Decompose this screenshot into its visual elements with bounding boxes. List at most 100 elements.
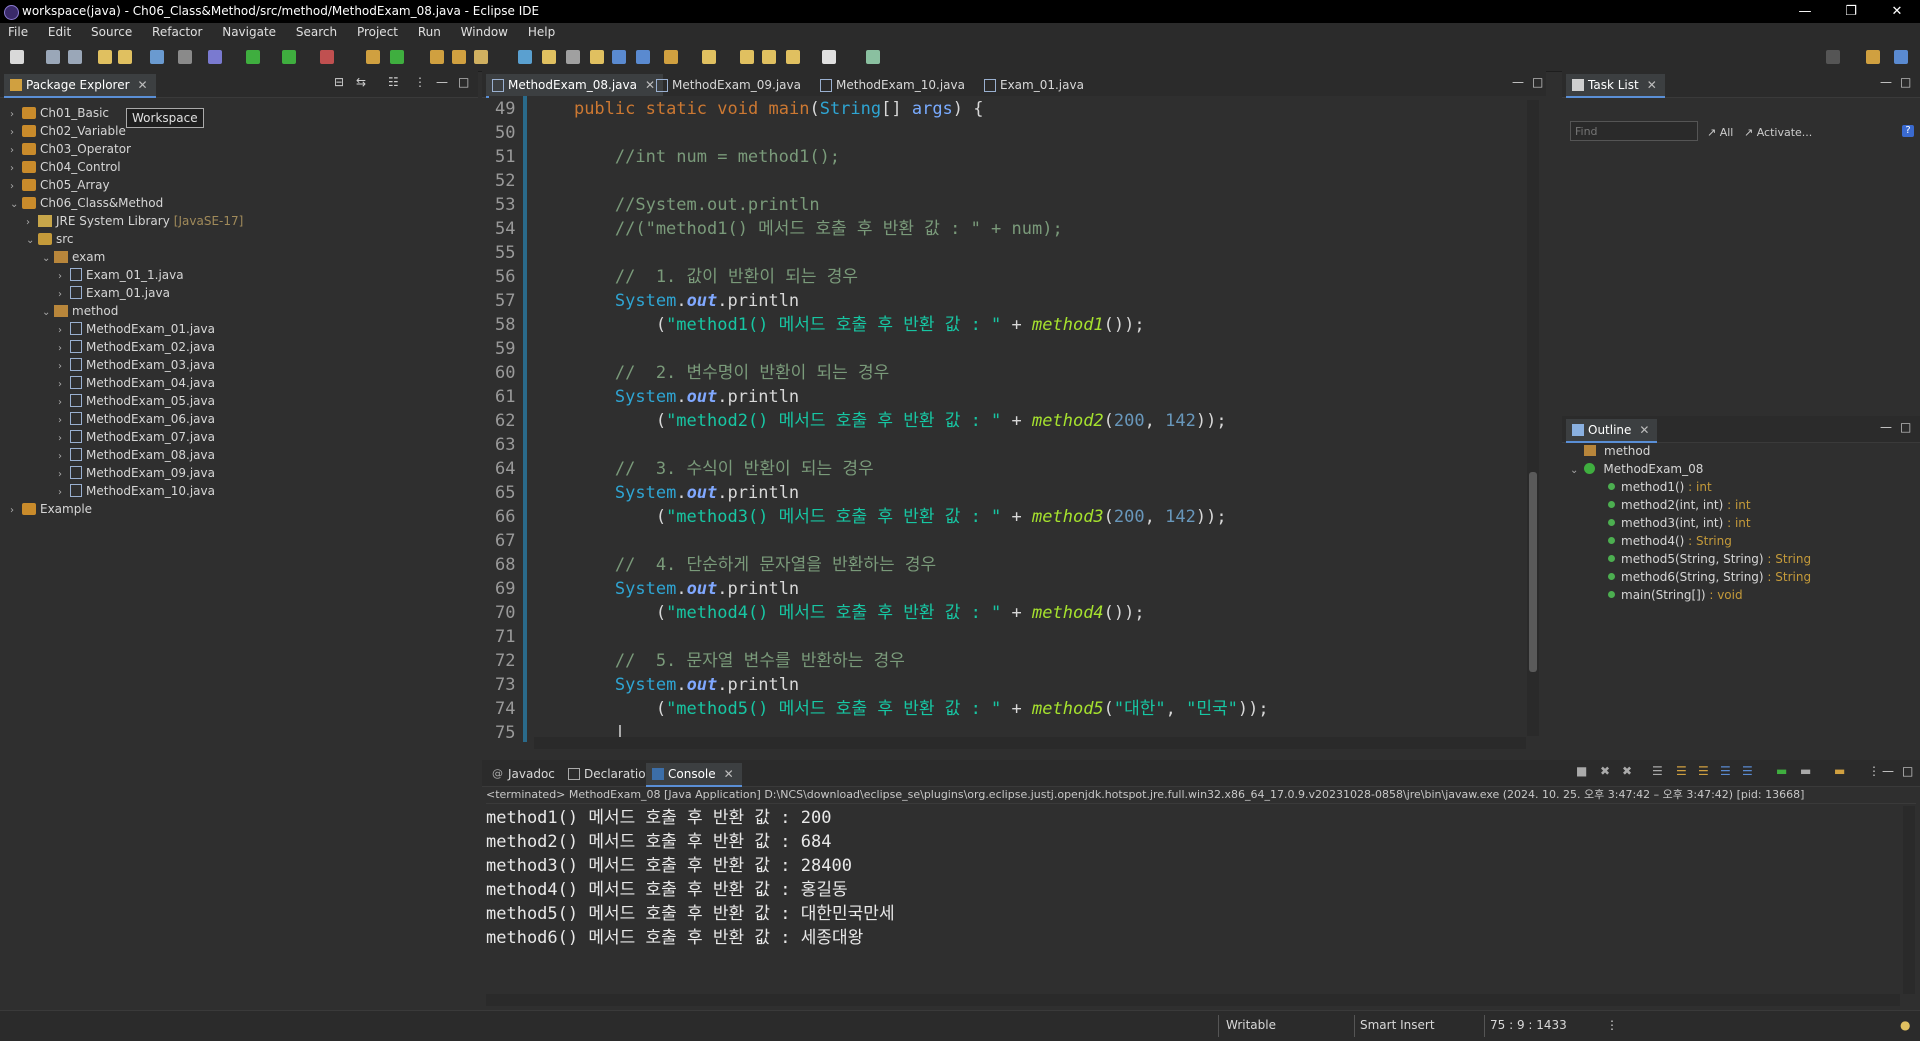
remove-all-icon[interactable]: ✖	[1622, 764, 1632, 778]
save-all-icon[interactable]	[68, 50, 82, 64]
outline-member[interactable]: method1() : int	[1608, 478, 1712, 496]
tree-item[interactable]: › MethodExam_08.java	[58, 446, 215, 464]
tree-item[interactable]: ⌄ Ch06_Class&Method	[10, 194, 163, 212]
console-icon[interactable]	[150, 50, 164, 64]
console-horizontal-scrollbar[interactable]	[486, 994, 1900, 1006]
debug-icon[interactable]	[208, 50, 222, 64]
new-class-icon[interactable]	[390, 50, 404, 64]
new-icon[interactable]	[10, 50, 24, 64]
minimize-view-icon[interactable]: —	[1880, 75, 1892, 89]
menu-source[interactable]: Source	[83, 23, 140, 41]
word-wrap-icon[interactable]: ☰	[1698, 764, 1709, 778]
minimize-view-icon[interactable]: —	[436, 75, 448, 89]
tab-package-explorer[interactable]: Package Explorer ✕	[4, 74, 156, 98]
task-filter-all[interactable]: ↗ All	[1707, 126, 1733, 139]
tree-item[interactable]: › Ch02_Variable	[10, 122, 126, 140]
close-icon[interactable]: ✕	[1639, 423, 1649, 437]
tab-methodexam-08[interactable]: MethodExam_08.java ✕	[486, 74, 664, 98]
close-icon[interactable]: ✕	[138, 78, 148, 92]
next-annotation-icon[interactable]	[664, 50, 678, 64]
link-with-editor-icon[interactable]: ⇆	[356, 75, 366, 89]
tree-item[interactable]: ⌄ exam	[42, 248, 105, 266]
minimize-view-icon[interactable]: —	[1882, 764, 1894, 778]
search-tool-icon[interactable]	[474, 50, 488, 64]
view-menu-icon[interactable]: ⋮	[414, 75, 426, 89]
outline-class[interactable]: ⌄ MethodExam_08	[1570, 460, 1703, 478]
outline-member[interactable]: method5(String, String) : String	[1608, 550, 1811, 568]
task-find-input[interactable]	[1570, 121, 1698, 141]
tab-exam-01[interactable]: Exam_01.java	[978, 74, 1092, 96]
status-insert-mode[interactable]: Smart Insert	[1360, 1018, 1435, 1032]
maximize-view-icon[interactable]: □	[1902, 764, 1913, 778]
scroll-lock-icon[interactable]: ☰	[1676, 764, 1687, 778]
tab-task-list[interactable]: Task List ✕	[1566, 74, 1665, 98]
tree-item[interactable]: › Exam_01.java	[58, 284, 170, 302]
redo-icon[interactable]	[118, 50, 132, 64]
pin-editor-icon[interactable]	[866, 50, 880, 64]
back-icon[interactable]	[786, 50, 800, 64]
undo-icon[interactable]	[98, 50, 112, 64]
status-menu-icon[interactable]: ⋮	[1606, 1018, 1618, 1032]
close-icon[interactable]: ✕	[1874, 2, 1920, 21]
menu-navigate[interactable]: Navigate	[214, 23, 284, 41]
collapse-all-icon[interactable]: ⊟	[334, 75, 344, 89]
tree-item[interactable]: › JRE System Library [JavaSE-17]	[26, 212, 243, 230]
show-on-error-icon[interactable]: ☰	[1742, 764, 1753, 778]
menu-edit[interactable]: Edit	[40, 23, 79, 41]
prev-annotation-icon[interactable]	[702, 50, 716, 64]
maximize-view-icon[interactable]: □	[458, 75, 469, 89]
close-icon[interactable]: ✕	[1647, 78, 1657, 92]
chevron-down-icon[interactable]: ⌄	[42, 304, 54, 322]
minimize-view-icon[interactable]: —	[1512, 75, 1524, 89]
tree-item[interactable]: › MethodExam_03.java	[58, 356, 215, 374]
tree-item[interactable]: › MethodExam_06.java	[58, 410, 215, 428]
pin-console-icon[interactable]: ▬	[1776, 764, 1787, 778]
tip-bulb-icon[interactable]: ●	[1900, 1018, 1910, 1032]
tab-methodexam-10[interactable]: MethodExam_10.java	[814, 74, 973, 96]
menu-search[interactable]: Search	[288, 23, 345, 41]
tree-item[interactable]: › MethodExam_02.java	[58, 338, 215, 356]
menu-run[interactable]: Run	[410, 23, 449, 41]
forward-edit-icon[interactable]	[762, 50, 776, 64]
pilcrow-icon[interactable]	[636, 50, 650, 64]
tree-item[interactable]: › MethodExam_01.java	[58, 320, 215, 338]
display-console-icon[interactable]: ▬	[1800, 764, 1811, 778]
view-menu-icon[interactable]: ⋮	[1868, 764, 1880, 778]
editor-horizontal-scrollbar[interactable]	[534, 737, 1526, 749]
code-editor[interactable]: 49 public static void main(String[] args…	[489, 96, 1546, 743]
open-console-icon[interactable]: ▬	[1834, 764, 1845, 778]
tree-item[interactable]: › Exam_01_1.java	[58, 266, 184, 284]
new-java-project-icon[interactable]	[366, 50, 380, 64]
last-edit-icon[interactable]	[740, 50, 754, 64]
run-icon[interactable]	[246, 50, 260, 64]
external-tools-icon[interactable]	[320, 50, 334, 64]
outline-member[interactable]: main(String[]) : void	[1608, 586, 1743, 604]
menu-project[interactable]: Project	[349, 23, 406, 41]
tree-item[interactable]: › Example	[10, 500, 92, 518]
console-vertical-scrollbar[interactable]	[1903, 806, 1915, 994]
restore-icon[interactable]: ❐	[1828, 2, 1874, 21]
clear-console-icon[interactable]: ☰	[1652, 764, 1663, 778]
show-on-output-icon[interactable]: ☰	[1720, 764, 1731, 778]
tree-item[interactable]: › MethodExam_09.java	[58, 464, 215, 482]
menu-window[interactable]: Window	[453, 23, 516, 41]
search-icon[interactable]	[1826, 50, 1840, 64]
tree-item[interactable]: › Ch01_Basic	[10, 104, 109, 122]
tree-item[interactable]: › MethodExam_04.java	[58, 374, 215, 392]
coverage-icon[interactable]	[282, 50, 296, 64]
open-task-icon[interactable]	[452, 50, 466, 64]
maximize-view-icon[interactable]: □	[1900, 75, 1911, 89]
tree-item[interactable]: ⌄ method	[42, 302, 118, 320]
outline-member[interactable]: method6(String, String) : String	[1608, 568, 1811, 586]
tab-outline[interactable]: Outline ✕	[1566, 419, 1658, 443]
java-perspective-icon[interactable]	[1894, 50, 1908, 64]
help-icon[interactable]: ?	[1902, 125, 1914, 137]
tree-item[interactable]: › MethodExam_07.java	[58, 428, 215, 446]
tree-item[interactable]: › Ch04_Control	[10, 158, 121, 176]
outline-member[interactable]: method3(int, int) : int	[1608, 514, 1751, 532]
outline-package[interactable]: method	[1584, 442, 1650, 460]
outline-member[interactable]: method2(int, int) : int	[1608, 496, 1751, 514]
menu-file[interactable]: File	[0, 23, 36, 41]
tab-console[interactable]: Console ✕	[646, 763, 742, 787]
maximize-view-icon[interactable]: □	[1900, 420, 1911, 434]
